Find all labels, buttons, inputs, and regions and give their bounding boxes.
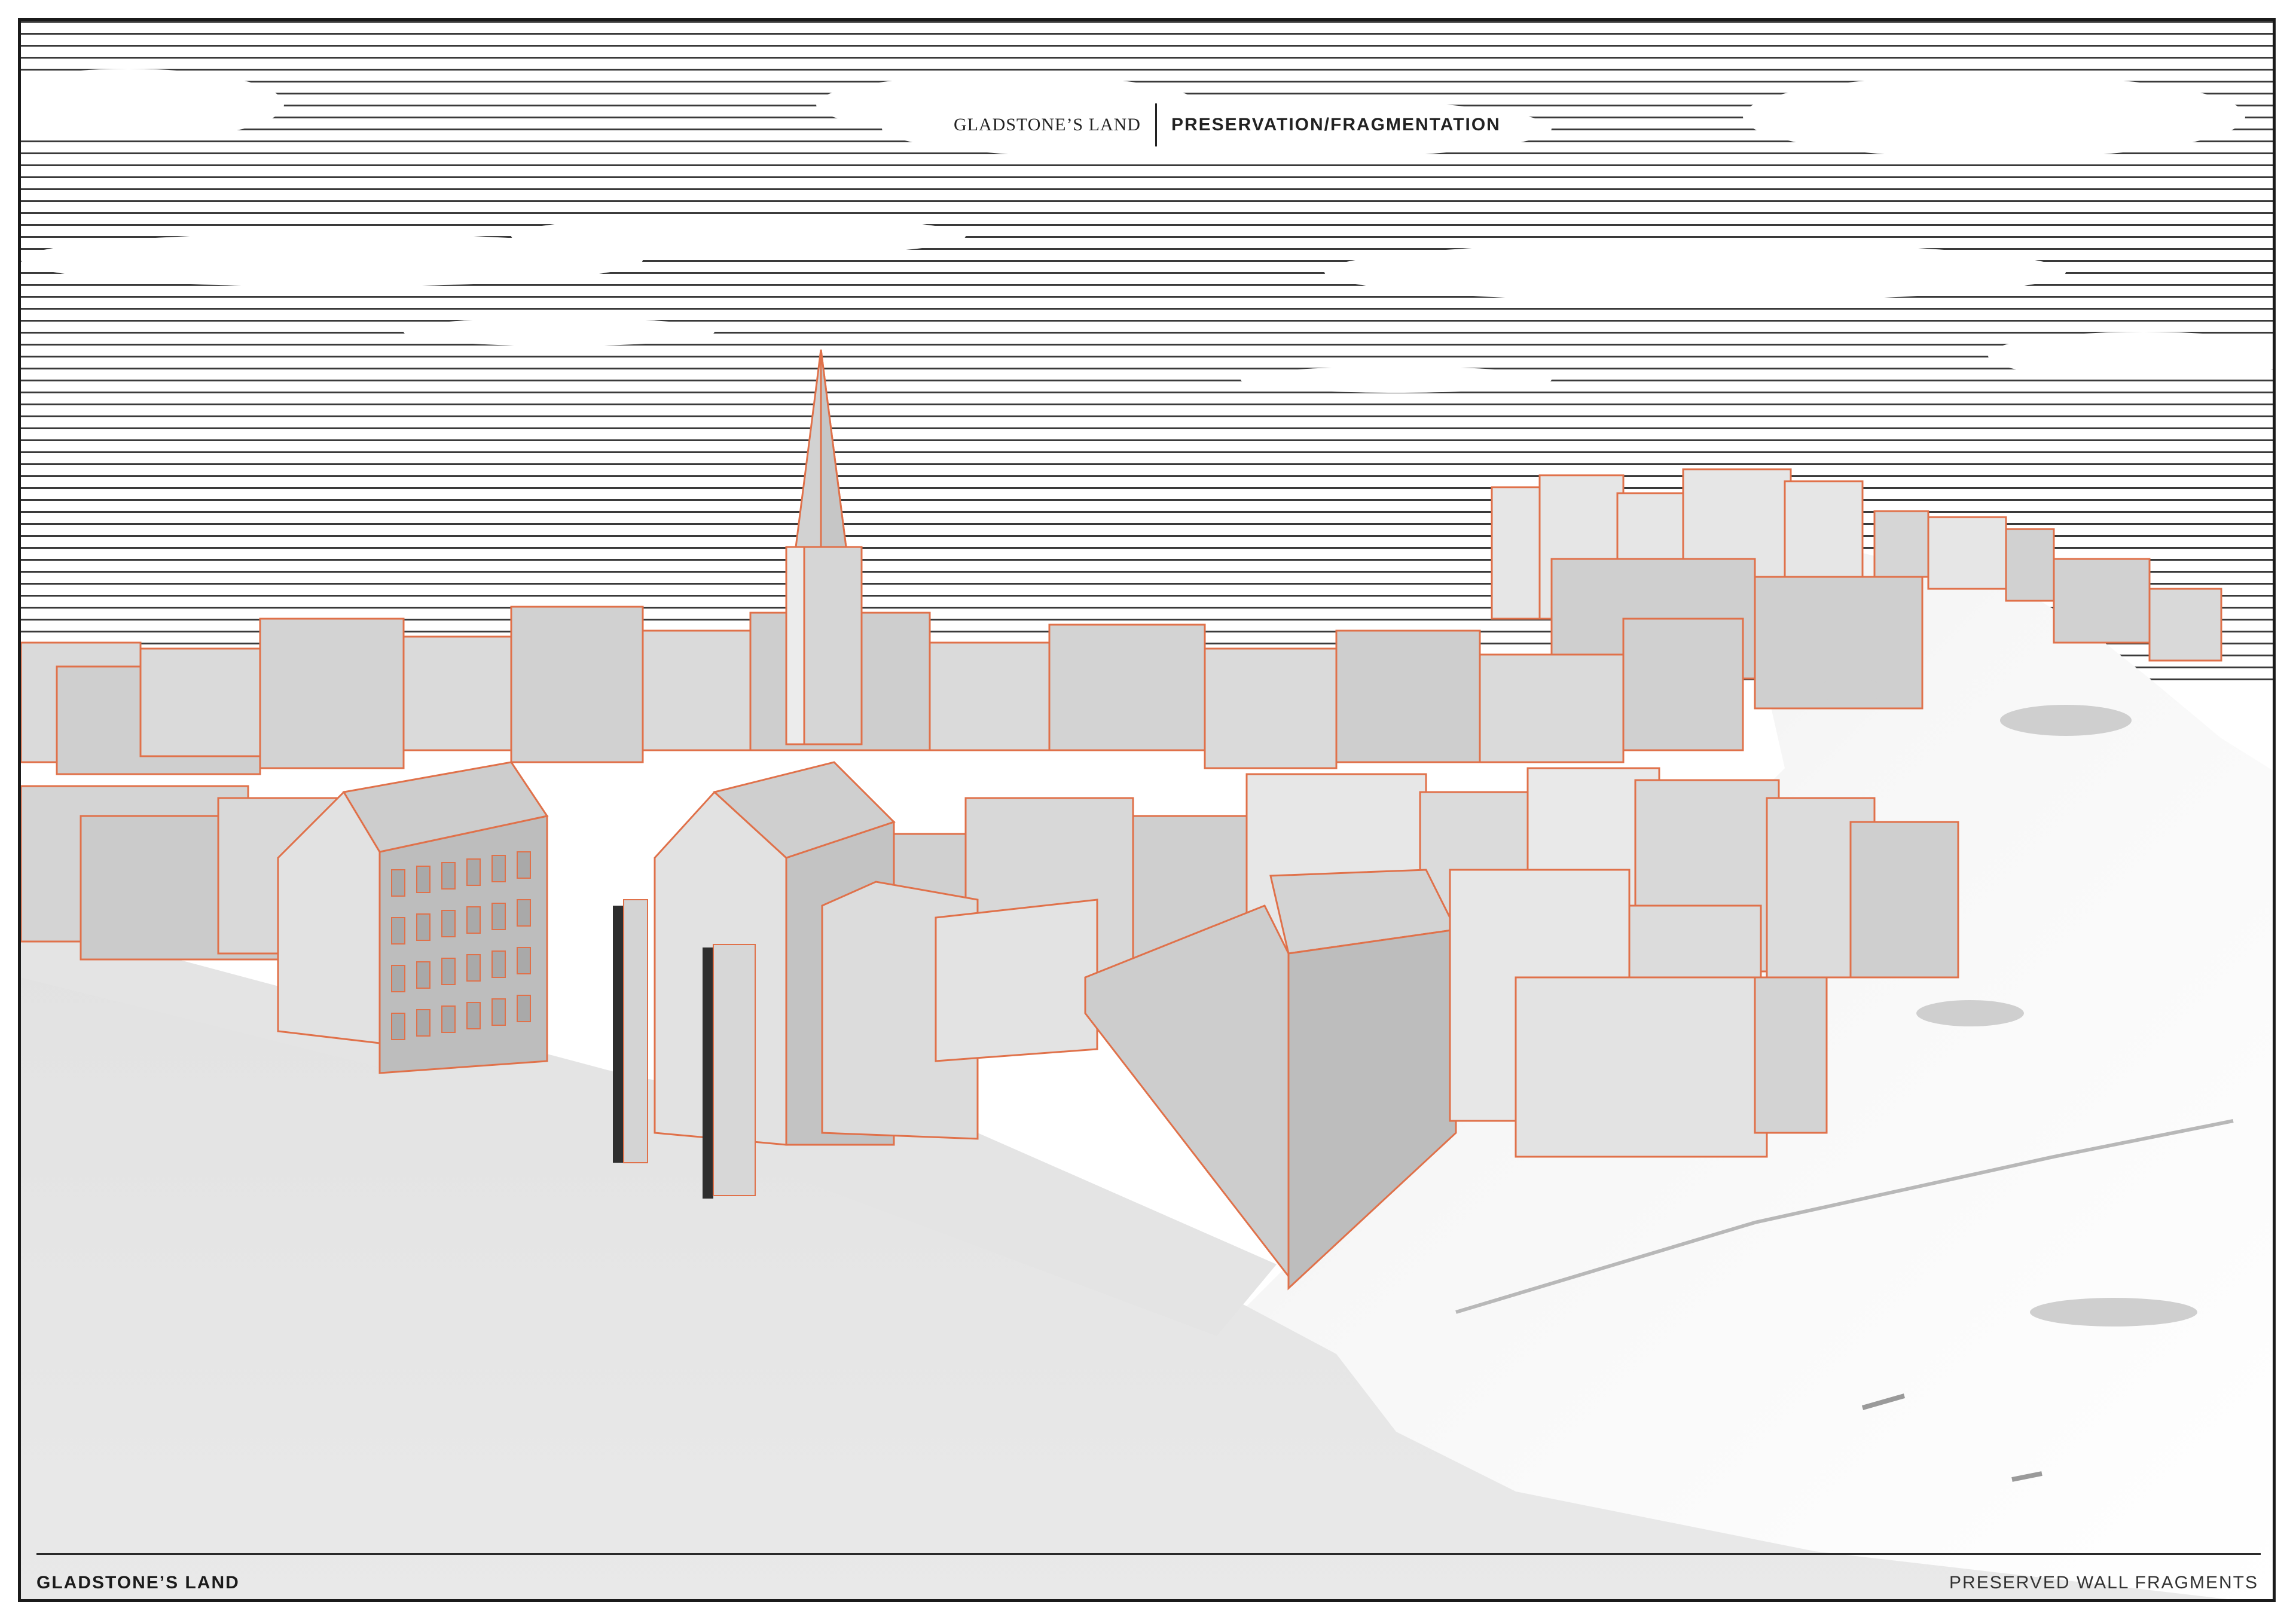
drawing-header: GLADSTONE’S LAND PRESERVATION/FRAGMENTAT…: [954, 103, 1501, 146]
wall-fragment-2: [703, 947, 713, 1199]
wall-fragment-1: [613, 906, 624, 1163]
footer-left-label: GLADSTONE’S LAND: [36, 1573, 240, 1593]
drawing-sheet: GLADSTONE’S LAND PRESERVATION/FRAGMENTAT…: [0, 0, 2296, 1623]
header-right-title: PRESERVATION/FRAGMENTATION: [1171, 115, 1501, 135]
footer-right-label: PRESERVED WALL FRAGMENTS: [1949, 1573, 2258, 1593]
city-perspective-drawing: [21, 21, 2273, 1599]
footer-rule: [36, 1553, 2261, 1555]
header-left-title: GLADSTONE’S LAND: [954, 115, 1141, 135]
drawing-frame: GLADSTONE’S LAND PRESERVATION/FRAGMENTAT…: [18, 18, 2276, 1602]
